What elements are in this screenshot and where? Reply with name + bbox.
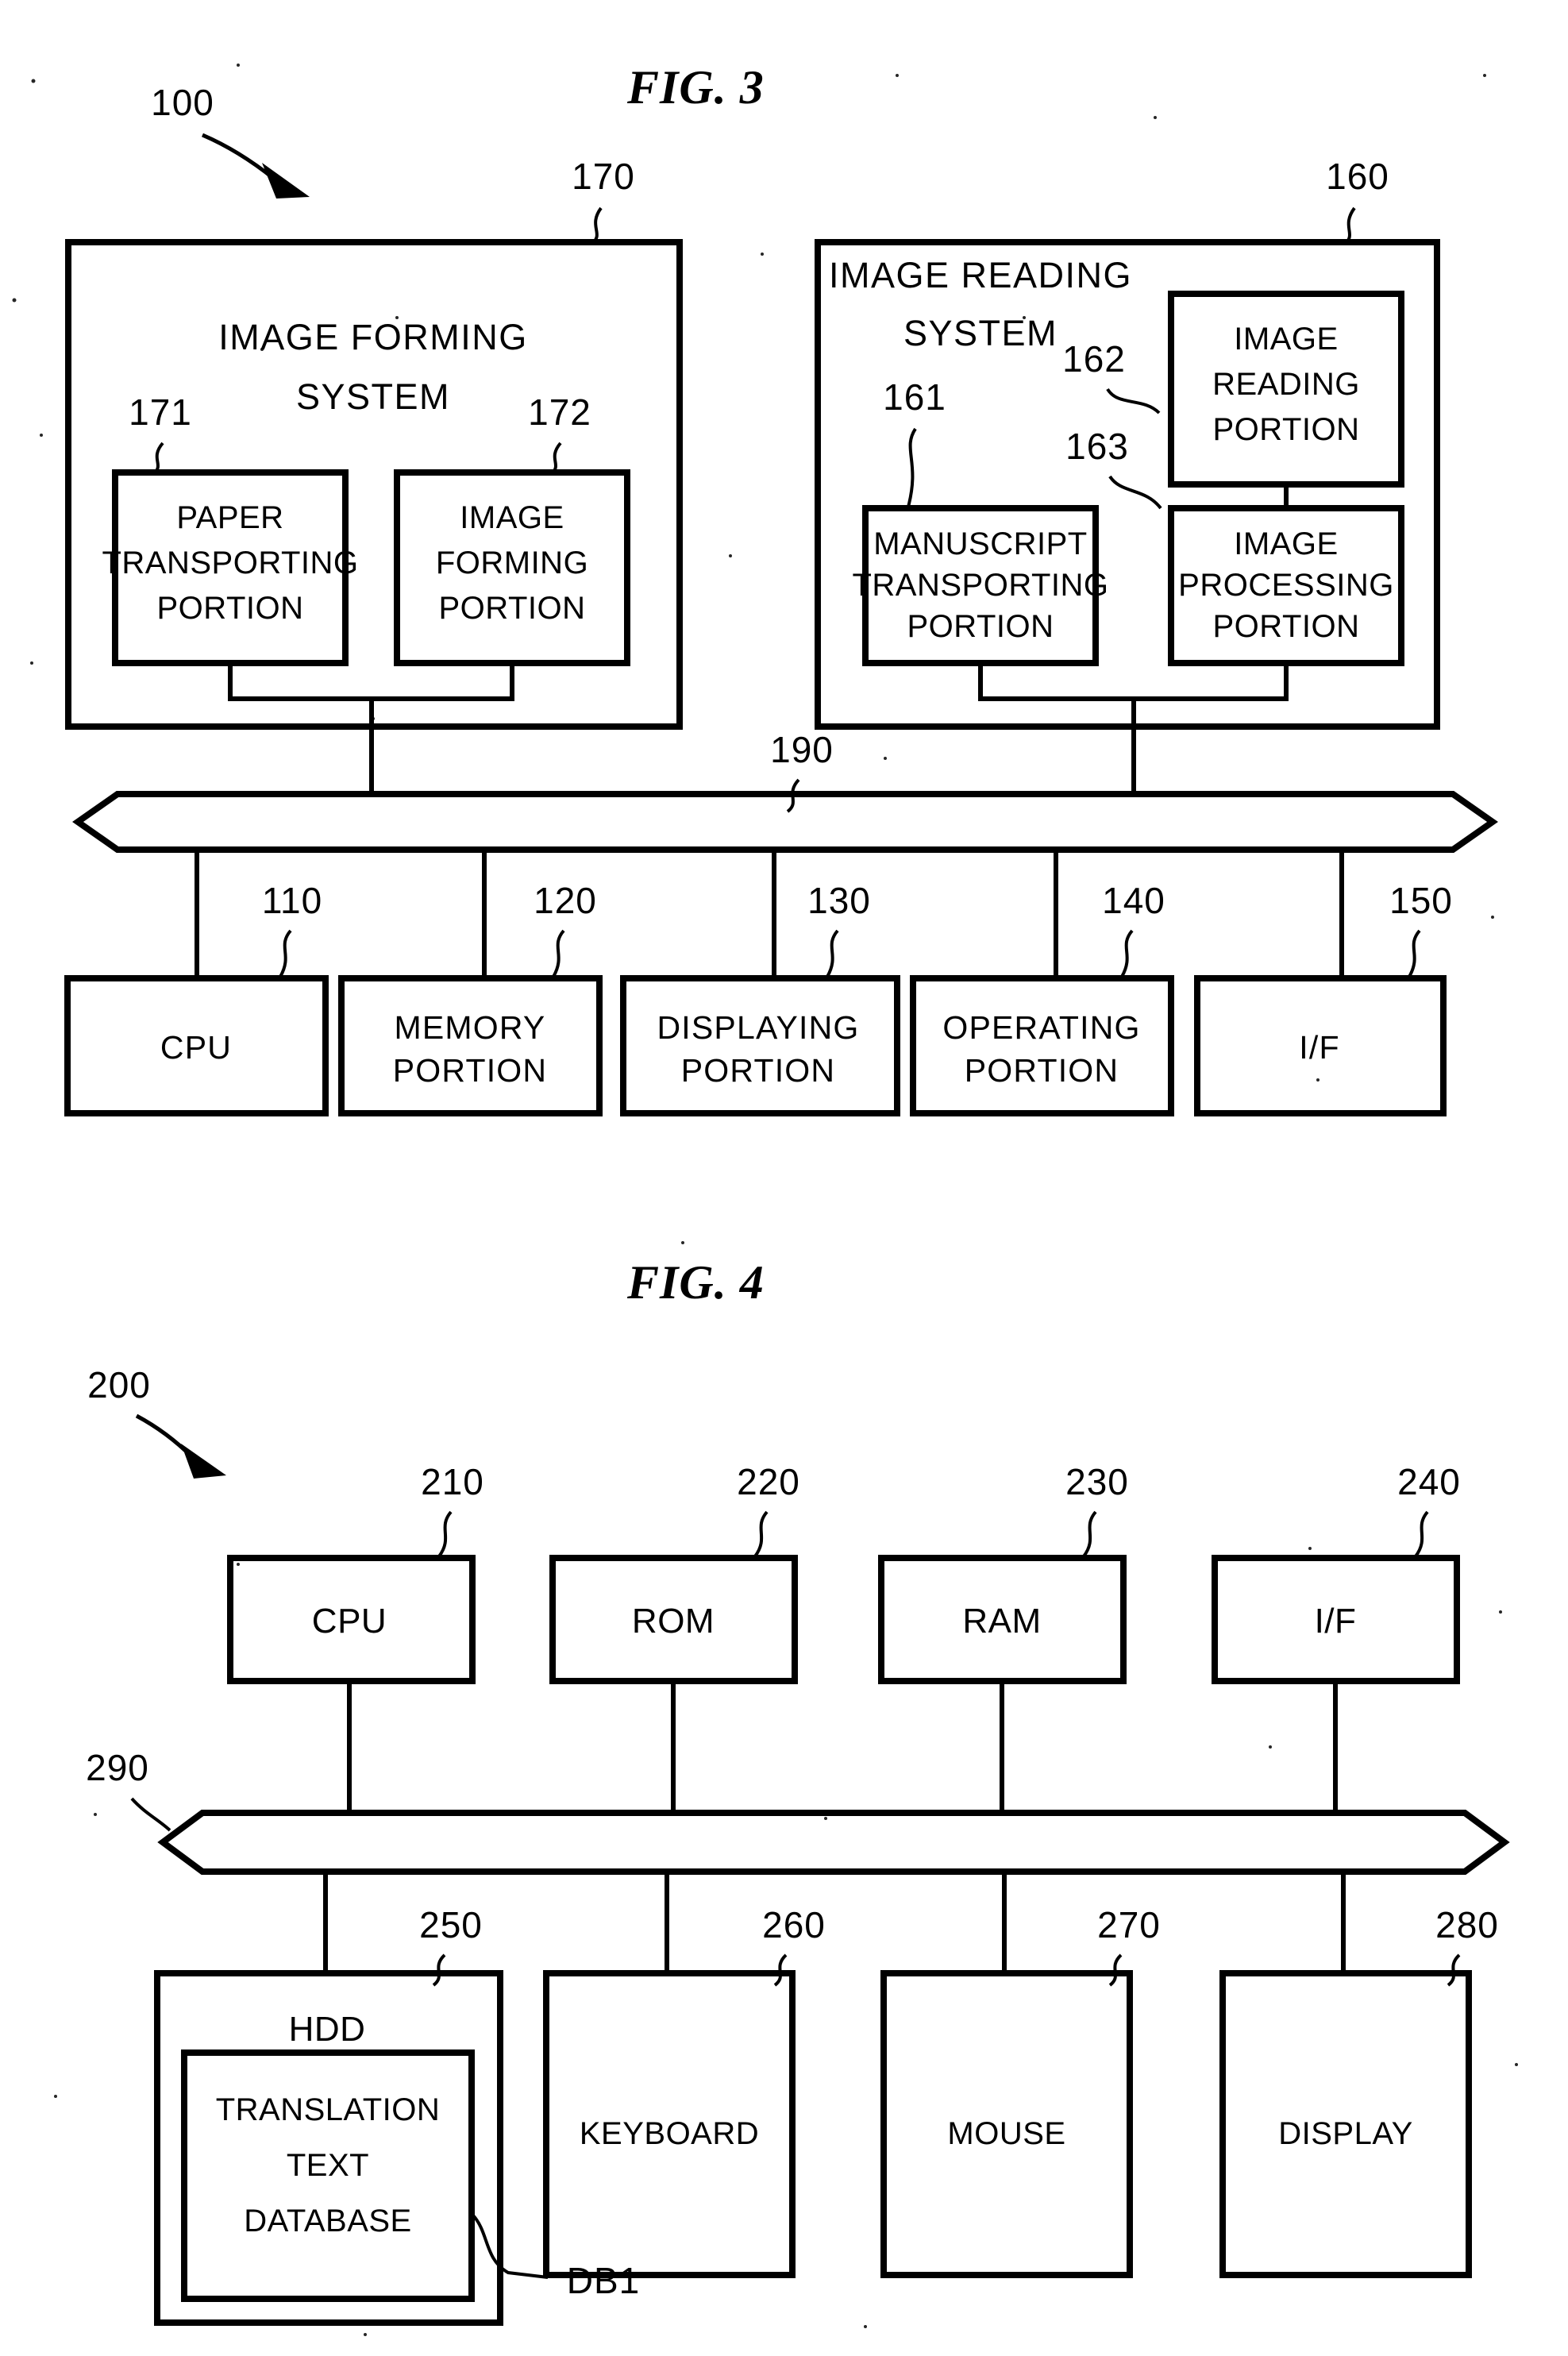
displaying-portion-box	[620, 975, 900, 1116]
image-reading-system-label-line2: SYSTEM	[903, 313, 1058, 353]
fig3-system-ref-label: 100	[151, 82, 214, 123]
if-label-fig3: I/F	[1299, 1029, 1339, 1066]
fig4-system-arrowhead	[181, 1444, 226, 1479]
fig3-title: FIG. 3	[626, 61, 765, 114]
fig3-system-arrowhead	[262, 163, 310, 199]
image-processing-portion-line3: PORTION	[1212, 609, 1359, 644]
displaying-portion-line1: DISPLAYING	[657, 1009, 859, 1046]
memory-portion-box	[338, 975, 603, 1116]
image-processing-portion-line1: IMAGE	[1234, 526, 1338, 561]
image-forming-system-label-line1: IMAGE FORMING	[218, 317, 528, 357]
figure-3: FIG. 3 100 170 IMAGE FORMING SYSTEM 171 …	[64, 61, 1498, 1116]
fig3-system-leader-line	[202, 133, 275, 180]
manuscript-transporting-portion-line2: TRANSPORTING	[852, 568, 1108, 603]
ref-172-label: 172	[528, 391, 591, 433]
ref-140-label: 140	[1102, 880, 1165, 921]
image-forming-portion-line2: FORMING	[436, 546, 588, 580]
ref-150-label: 150	[1389, 880, 1453, 921]
ref-162-label: 162	[1062, 338, 1126, 380]
scan-speckles	[12, 64, 1518, 2336]
ref-db1-label: DB1	[567, 2260, 640, 2301]
ref-270-label: 270	[1097, 1904, 1161, 1945]
image-reading-portion-line1: IMAGE	[1234, 322, 1338, 357]
ref-250-label: 250	[419, 1904, 483, 1945]
translation-text-database-line2: TEXT	[287, 2148, 369, 2183]
translation-text-database-line1: TRANSLATION	[216, 2092, 441, 2127]
image-forming-portion-line3: PORTION	[438, 591, 585, 626]
fig4-system-bus	[157, 1810, 1510, 1875]
fig3-system-bus	[72, 791, 1498, 853]
db1-leader	[472, 2214, 549, 2279]
ref-140-leader	[1120, 929, 1134, 977]
ref-190-label: 190	[770, 729, 834, 770]
memory-portion-line2: PORTION	[393, 1052, 547, 1089]
operating-portion-line2: PORTION	[965, 1052, 1119, 1089]
reading-system-internal-bracket	[978, 663, 1289, 701]
ref-220-leader	[753, 1510, 769, 1558]
ref-161-label: 161	[883, 376, 946, 418]
ref-160-leader	[1343, 206, 1356, 245]
ref-150-leader	[1408, 929, 1421, 977]
image-forming-system-label-line2: SYSTEM	[296, 376, 450, 417]
rom-label: ROM	[632, 1602, 715, 1641]
paper-transporting-portion-line2: TRANSPORTING	[102, 546, 358, 580]
image-forming-system-box	[65, 239, 683, 730]
paper-transporting-portion-line1: PAPER	[176, 500, 283, 535]
ref-210-leader	[437, 1510, 453, 1558]
ref-130-label: 130	[807, 880, 871, 921]
ram-label: RAM	[962, 1602, 1041, 1641]
paper-transporting-portion-line3: PORTION	[156, 591, 303, 626]
ref-210-label: 210	[421, 1461, 484, 1502]
ref-220-label: 220	[737, 1461, 800, 1502]
ref-280-label: 280	[1435, 1904, 1499, 1945]
figure-canvas: FIG. 3 100 170 IMAGE FORMING SYSTEM 171 …	[12, 61, 1518, 2336]
displaying-portion-line2: PORTION	[681, 1052, 835, 1089]
ref-170-label: 170	[572, 156, 635, 197]
ref-170-leader	[590, 206, 603, 245]
manuscript-transporting-portion-line3: PORTION	[907, 609, 1054, 644]
manuscript-transporting-portion-line1: MANUSCRIPT	[873, 526, 1087, 561]
operating-portion-line1: OPERATING	[942, 1009, 1140, 1046]
ref-161-leader	[906, 427, 917, 511]
ref-260-label: 260	[762, 1904, 826, 1945]
display-label: DISPLAY	[1278, 2116, 1413, 2151]
cpu-label-fig4: CPU	[312, 1602, 387, 1641]
cpu-label-fig3: CPU	[160, 1029, 232, 1066]
ref-162-leader	[1106, 388, 1161, 415]
ref-130-leader	[826, 929, 839, 977]
ref-240-leader	[1414, 1510, 1429, 1558]
hdd-label: HDD	[289, 2010, 366, 2049]
keyboard-label: KEYBOARD	[580, 2116, 759, 2151]
ref-120-leader	[552, 929, 565, 977]
ref-110-leader	[279, 929, 292, 977]
memory-portion-line1: MEMORY	[395, 1009, 546, 1046]
forming-system-internal-bracket	[228, 663, 514, 701]
ref-163-label: 163	[1065, 426, 1129, 467]
image-reading-portion-line2: READING	[1212, 367, 1360, 402]
ref-110-label: 110	[262, 880, 322, 921]
ref-120-label: 120	[534, 880, 597, 921]
ref-290-label: 290	[86, 1747, 149, 1788]
ref-240-label: 240	[1397, 1461, 1461, 1502]
translation-text-database-line3: DATABASE	[244, 2204, 411, 2238]
ref-160-label: 160	[1326, 156, 1389, 197]
ref-171-label: 171	[129, 391, 192, 433]
image-reading-portion-line3: PORTION	[1212, 412, 1359, 447]
ref-230-label: 230	[1065, 1461, 1129, 1502]
fig4-system-ref-label: 200	[87, 1364, 151, 1406]
image-processing-portion-line2: PROCESSING	[1178, 568, 1394, 603]
ref-290-leader	[130, 1797, 171, 1832]
ref-163-leader	[1108, 475, 1162, 510]
ref-230-leader	[1082, 1510, 1097, 1558]
mouse-label: MOUSE	[947, 2116, 1065, 2151]
figure-4: FIG. 4 200 210 CPU 220 ROM 230 RAM 240 I…	[86, 1256, 1510, 2326]
image-reading-system-label-line1: IMAGE READING	[829, 255, 1132, 295]
image-forming-portion-line1: IMAGE	[460, 500, 564, 535]
patent-figure-sheet: FIG. 3 100 170 IMAGE FORMING SYSTEM 171 …	[0, 0, 1568, 2356]
fig4-title: FIG. 4	[626, 1256, 765, 1309]
if-label-fig4: I/F	[1315, 1602, 1357, 1641]
operating-portion-box	[910, 975, 1174, 1116]
